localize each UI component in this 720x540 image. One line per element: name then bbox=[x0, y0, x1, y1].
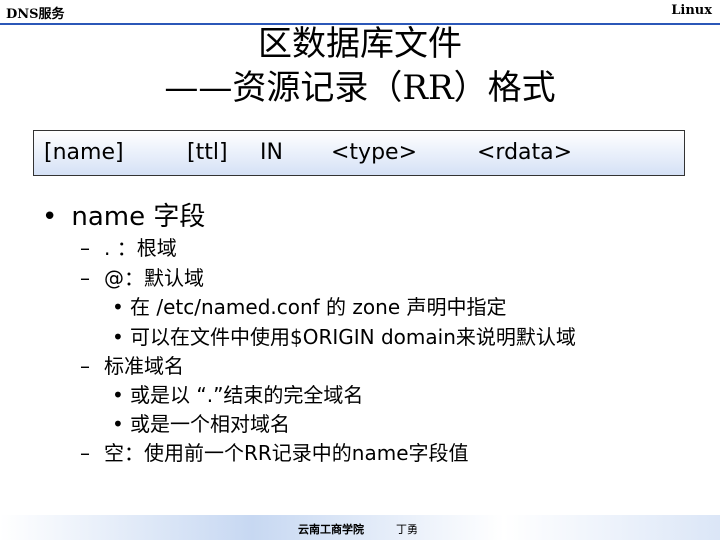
list-item: • 或是以 “.”结束的完全域名 bbox=[112, 379, 363, 408]
item-text: . ：根域 bbox=[104, 236, 177, 260]
slide-title: 区数据库文件 ——资源记录（RR）格式 bbox=[0, 22, 720, 110]
title-line-1: 区数据库文件 bbox=[258, 24, 462, 64]
bullet-marker: • bbox=[112, 295, 124, 319]
section-heading: • name 字段 bbox=[42, 196, 205, 233]
item-text: 可以在文件中使用$ORIGIN domain来说明默认域 bbox=[130, 325, 576, 349]
bullet-marker: • bbox=[112, 383, 124, 407]
bullet-marker: • bbox=[42, 202, 58, 232]
footer-school: 云南工商学院 bbox=[298, 523, 364, 536]
item-text: 空：使用前一个RR记录中的name字段值 bbox=[104, 441, 469, 465]
list-item: – 空：使用前一个RR记录中的name字段值 bbox=[80, 437, 469, 466]
bullet-marker: • bbox=[112, 325, 124, 349]
dash-marker: – bbox=[80, 236, 90, 260]
item-text: @：默认域 bbox=[104, 266, 204, 290]
format-ttl: [ttl] bbox=[187, 140, 228, 165]
item-text: 或是以 “.”结束的完全域名 bbox=[130, 383, 364, 407]
list-item: – @：默认域 bbox=[80, 262, 204, 291]
dash-marker: – bbox=[80, 266, 90, 290]
item-text: 或是一个相对域名 bbox=[130, 412, 290, 436]
header-right: Linux bbox=[671, 3, 712, 18]
format-class: IN bbox=[260, 140, 283, 165]
footer-author: 丁勇 bbox=[396, 523, 418, 536]
list-item: • 在 /etc/named.conf 的 zone 声明中指定 bbox=[112, 291, 506, 320]
format-name: [name] bbox=[44, 140, 124, 165]
format-rdata: <rdata> bbox=[477, 140, 573, 165]
list-item: –. ：根域 bbox=[80, 232, 177, 261]
item-text: 在 /etc/named.conf 的 zone 声明中指定 bbox=[130, 295, 507, 319]
dash-marker: – bbox=[80, 441, 90, 465]
format-type: <type> bbox=[331, 140, 418, 165]
list-item: – 标准域名 bbox=[80, 350, 184, 379]
format-box: [name] [ttl] IN <type> <rdata> bbox=[33, 130, 685, 176]
title-line-2: ——资源记录（RR）格式 bbox=[164, 68, 556, 108]
list-item: • 可以在文件中使用$ORIGIN domain来说明默认域 bbox=[112, 321, 576, 350]
list-item: • 或是一个相对域名 bbox=[112, 408, 290, 437]
dash-marker: – bbox=[80, 354, 90, 378]
heading-text: name 字段 bbox=[71, 202, 206, 232]
header-left: DNS服务 bbox=[6, 7, 65, 22]
bullet-marker: • bbox=[112, 412, 124, 436]
item-text: 标准域名 bbox=[104, 354, 184, 378]
